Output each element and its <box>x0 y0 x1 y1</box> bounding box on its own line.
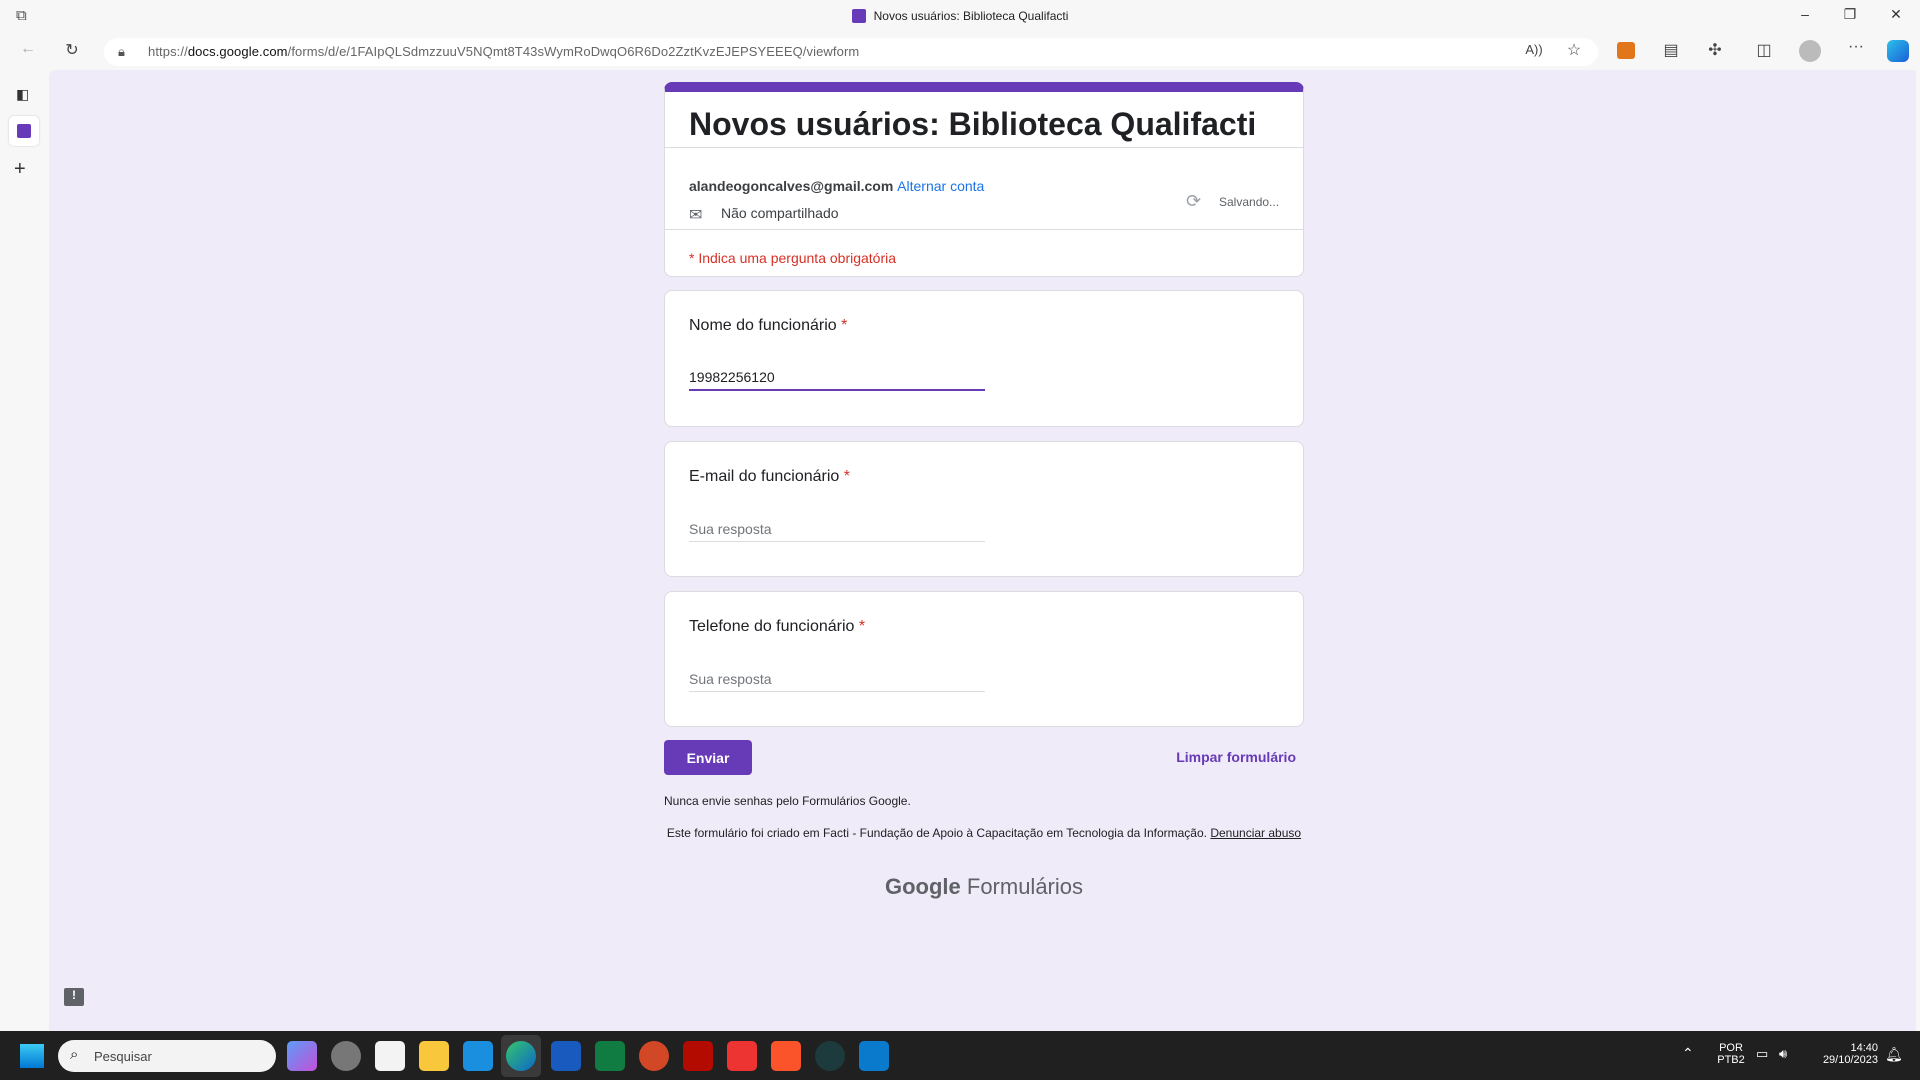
question-label: Nome do funcionário * <box>689 317 848 334</box>
back-icon[interactable]: ← <box>14 40 42 58</box>
volume-icon[interactable]: 🔊︎ <box>1779 1046 1787 1062</box>
word-icon[interactable] <box>551 1041 581 1071</box>
url-text[interactable]: https://docs.google.com/forms/d/e/1FAIpQ… <box>148 44 859 59</box>
acrobat-icon[interactable] <box>683 1041 713 1071</box>
not-shared-text: Não compartilhado <box>721 205 839 221</box>
network-icon[interactable]: ▭ <box>1756 1046 1768 1062</box>
mail-not-shared-icon: ✉ <box>689 207 703 224</box>
account-info: alandeogoncalves@gmail.com Alternar cont… <box>689 178 984 194</box>
close-button[interactable]: ✕ <box>1876 6 1916 23</box>
collections-icon[interactable]: ▤ <box>1657 40 1685 60</box>
required-asterisk: * <box>843 468 850 485</box>
more-menu-icon[interactable]: ··· <box>1842 38 1870 56</box>
feedback-icon[interactable]: ! <box>64 988 84 1006</box>
app-icon[interactable] <box>815 1041 845 1071</box>
heart-app-icon[interactable] <box>727 1041 757 1071</box>
split-screen-icon[interactable]: ◫ <box>1750 40 1778 60</box>
tray-overflow-icon[interactable]: ⌃ <box>1682 1045 1694 1062</box>
clock[interactable]: 14:40 29/10/2023 <box>1808 1042 1878 1066</box>
password-warning: Nunca envie senhas pelo Formulários Goog… <box>664 794 911 808</box>
restore-button[interactable]: ❐ <box>1830 6 1870 23</box>
mail-icon[interactable] <box>463 1041 493 1071</box>
divider <box>665 147 1303 148</box>
metamask-extension-icon[interactable] <box>1617 42 1635 59</box>
copilot-icon[interactable] <box>1887 40 1909 62</box>
settings-icon[interactable] <box>331 1041 361 1071</box>
read-aloud-icon[interactable]: A)) <box>1520 42 1548 57</box>
saving-status: Salvando... <box>1219 195 1280 209</box>
windows-start-icon[interactable] <box>20 1044 44 1068</box>
question-label: Telefone do funcionário * <box>689 618 866 635</box>
question-card-phone: Telefone do funcionário * <box>664 591 1304 727</box>
lock-icon[interactable]: 🔒︎ <box>118 44 125 60</box>
forms-icon <box>851 9 866 23</box>
powerpoint-icon[interactable] <box>639 1041 669 1071</box>
window-title: Novos usuários: Biblioteca Qualifacti <box>0 9 1920 23</box>
form-title: Novos usuários: Biblioteca Qualifacti <box>689 106 1257 142</box>
submit-button[interactable]: Enviar <box>664 740 752 775</box>
report-abuse-link[interactable]: Denunciar abuso <box>1210 826 1301 840</box>
copilot-taskbar-icon[interactable] <box>287 1041 317 1071</box>
employee-name-input[interactable] <box>689 365 985 391</box>
excel-icon[interactable] <box>595 1041 625 1071</box>
brave-icon[interactable] <box>771 1041 801 1071</box>
favorite-star-icon[interactable]: ☆ <box>1560 40 1588 60</box>
clear-form-button[interactable]: Limpar formulário <box>1160 749 1296 765</box>
forms-icon <box>17 124 31 138</box>
form-header-card: Novos usuários: Biblioteca Qualifacti al… <box>664 82 1304 277</box>
reload-icon[interactable]: ↻ <box>58 40 86 60</box>
required-note: * Indica uma pergunta obrigatória <box>689 250 897 266</box>
required-asterisk: * <box>858 618 866 635</box>
google-forms-logo[interactable]: Google Formulários <box>664 874 1304 900</box>
minimize-button[interactable]: – <box>1785 6 1825 22</box>
store-icon[interactable] <box>375 1041 405 1071</box>
form-origin-note: Este formulário foi criado em Facti - Fu… <box>666 826 1302 840</box>
sync-icon: ⟳ <box>1186 191 1202 211</box>
language-indicator[interactable]: POR PTB2 <box>1716 1042 1746 1066</box>
question-card-name: Nome do funcionário * <box>664 290 1304 427</box>
account-email: alandeogoncalves@gmail.com <box>689 178 894 194</box>
edge-icon[interactable] <box>506 1041 536 1071</box>
window-title-text: Novos usuários: Biblioteca Qualifacti <box>873 9 1069 23</box>
notification-bell-icon[interactable]: 🔔︎ <box>1885 1046 1903 1063</box>
question-label: E-mail do funcionário * <box>689 468 850 485</box>
new-tab-icon[interactable]: + <box>14 158 26 181</box>
profile-avatar[interactable] <box>1799 40 1821 62</box>
switch-account-link[interactable]: Alternar conta <box>897 178 984 194</box>
tab-actions-icon[interactable]: ◧ <box>16 86 29 103</box>
file-explorer-icon[interactable] <box>419 1041 449 1071</box>
extensions-icon[interactable]: ✣ <box>1701 40 1729 60</box>
edge-sidebar <box>0 70 49 1031</box>
employee-email-input[interactable] <box>689 516 985 542</box>
question-card-email: E-mail do funcionário * <box>664 441 1304 577</box>
vertical-tab-forms[interactable] <box>9 116 39 146</box>
divider <box>665 229 1303 230</box>
required-asterisk: * <box>841 317 848 334</box>
vscode-icon[interactable] <box>859 1041 889 1071</box>
search-icon: ⌕ <box>70 1046 79 1063</box>
employee-phone-input[interactable] <box>689 666 985 692</box>
taskbar-search[interactable]: ⌕ Pesquisar <box>58 1040 276 1072</box>
